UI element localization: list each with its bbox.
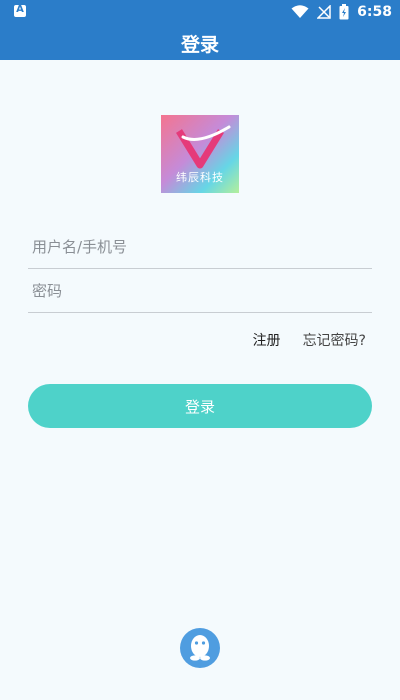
logo-caption: 纬辰科技 <box>176 171 224 184</box>
status-bar: 6:58 <box>0 0 400 24</box>
username-input[interactable] <box>28 225 372 268</box>
wifi-icon <box>291 5 309 18</box>
app-notification-icon <box>14 4 26 17</box>
app-logo: 纬辰科技 <box>161 115 239 193</box>
username-field[interactable] <box>28 225 372 269</box>
password-input[interactable] <box>28 269 372 312</box>
page-title: 登录 <box>180 34 219 56</box>
app-bar: 登录 <box>0 24 400 60</box>
no-signal-icon <box>317 5 331 19</box>
battery-charging-icon <box>339 4 349 20</box>
status-icons: 6:58 <box>291 0 392 24</box>
register-link[interactable]: 注册 <box>253 330 281 350</box>
qq-icon <box>190 635 210 661</box>
forgot-password-link[interactable]: 忘记密码? <box>303 330 366 350</box>
qq-login-button[interactable] <box>180 628 220 668</box>
auth-links: 注册 忘记密码? <box>253 330 366 350</box>
status-time: 6:58 <box>357 4 392 20</box>
login-button[interactable]: 登录 <box>28 384 372 428</box>
password-field[interactable] <box>28 269 372 313</box>
